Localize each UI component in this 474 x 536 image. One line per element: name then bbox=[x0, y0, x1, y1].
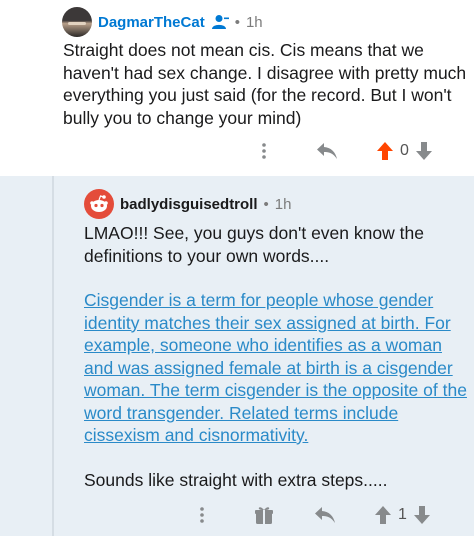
reply-icon[interactable] bbox=[314, 506, 336, 524]
thread-line bbox=[52, 176, 54, 536]
comment-body: Straight does not mean cis. Cis means th… bbox=[63, 39, 468, 129]
separator-dot: • bbox=[234, 13, 240, 31]
comment-reply: badlydisguisedtroll • 1h LMAO!!! See, yo… bbox=[0, 176, 474, 536]
vote-count: 1 bbox=[398, 506, 407, 523]
comment-header: badlydisguisedtroll • 1h bbox=[84, 189, 291, 219]
downvote-icon[interactable] bbox=[413, 505, 431, 525]
upvote-icon[interactable] bbox=[374, 505, 392, 525]
quoted-definition-link[interactable]: Cisgender is a term for people whose gen… bbox=[84, 289, 468, 447]
comment-age: 1h bbox=[245, 13, 263, 31]
comment-header: DagmarTheCat • 1h bbox=[62, 7, 263, 37]
snoo-icon bbox=[90, 195, 108, 212]
comment-actions: 0 bbox=[252, 141, 433, 161]
comment-body: LMAO!!! See, you guys don't even know th… bbox=[84, 222, 468, 491]
comment-paragraph: LMAO!!! See, you guys don't even know th… bbox=[84, 223, 424, 266]
separator-dot: • bbox=[263, 195, 269, 213]
comment-actions: 1 bbox=[190, 505, 431, 525]
more-options-icon[interactable] bbox=[190, 506, 214, 524]
upvote-icon[interactable] bbox=[376, 141, 394, 161]
username[interactable]: badlydisguisedtroll bbox=[120, 196, 258, 213]
award-gift-icon[interactable] bbox=[254, 505, 274, 525]
user-icon bbox=[211, 14, 229, 30]
vote-count: 0 bbox=[400, 142, 409, 159]
avatar[interactable] bbox=[84, 189, 114, 219]
comment-text: Straight does not mean cis. Cis means th… bbox=[63, 40, 467, 128]
comment-paragraph: Sounds like straight with extra steps...… bbox=[84, 469, 388, 490]
reply-icon[interactable] bbox=[316, 142, 338, 160]
more-options-icon[interactable] bbox=[252, 142, 276, 160]
username[interactable]: DagmarTheCat bbox=[98, 14, 205, 31]
comment-age: 1h bbox=[274, 195, 292, 213]
downvote-icon[interactable] bbox=[415, 141, 433, 161]
comment-parent: DagmarTheCat • 1h Straight does not mean… bbox=[0, 0, 474, 176]
avatar[interactable] bbox=[62, 7, 92, 37]
